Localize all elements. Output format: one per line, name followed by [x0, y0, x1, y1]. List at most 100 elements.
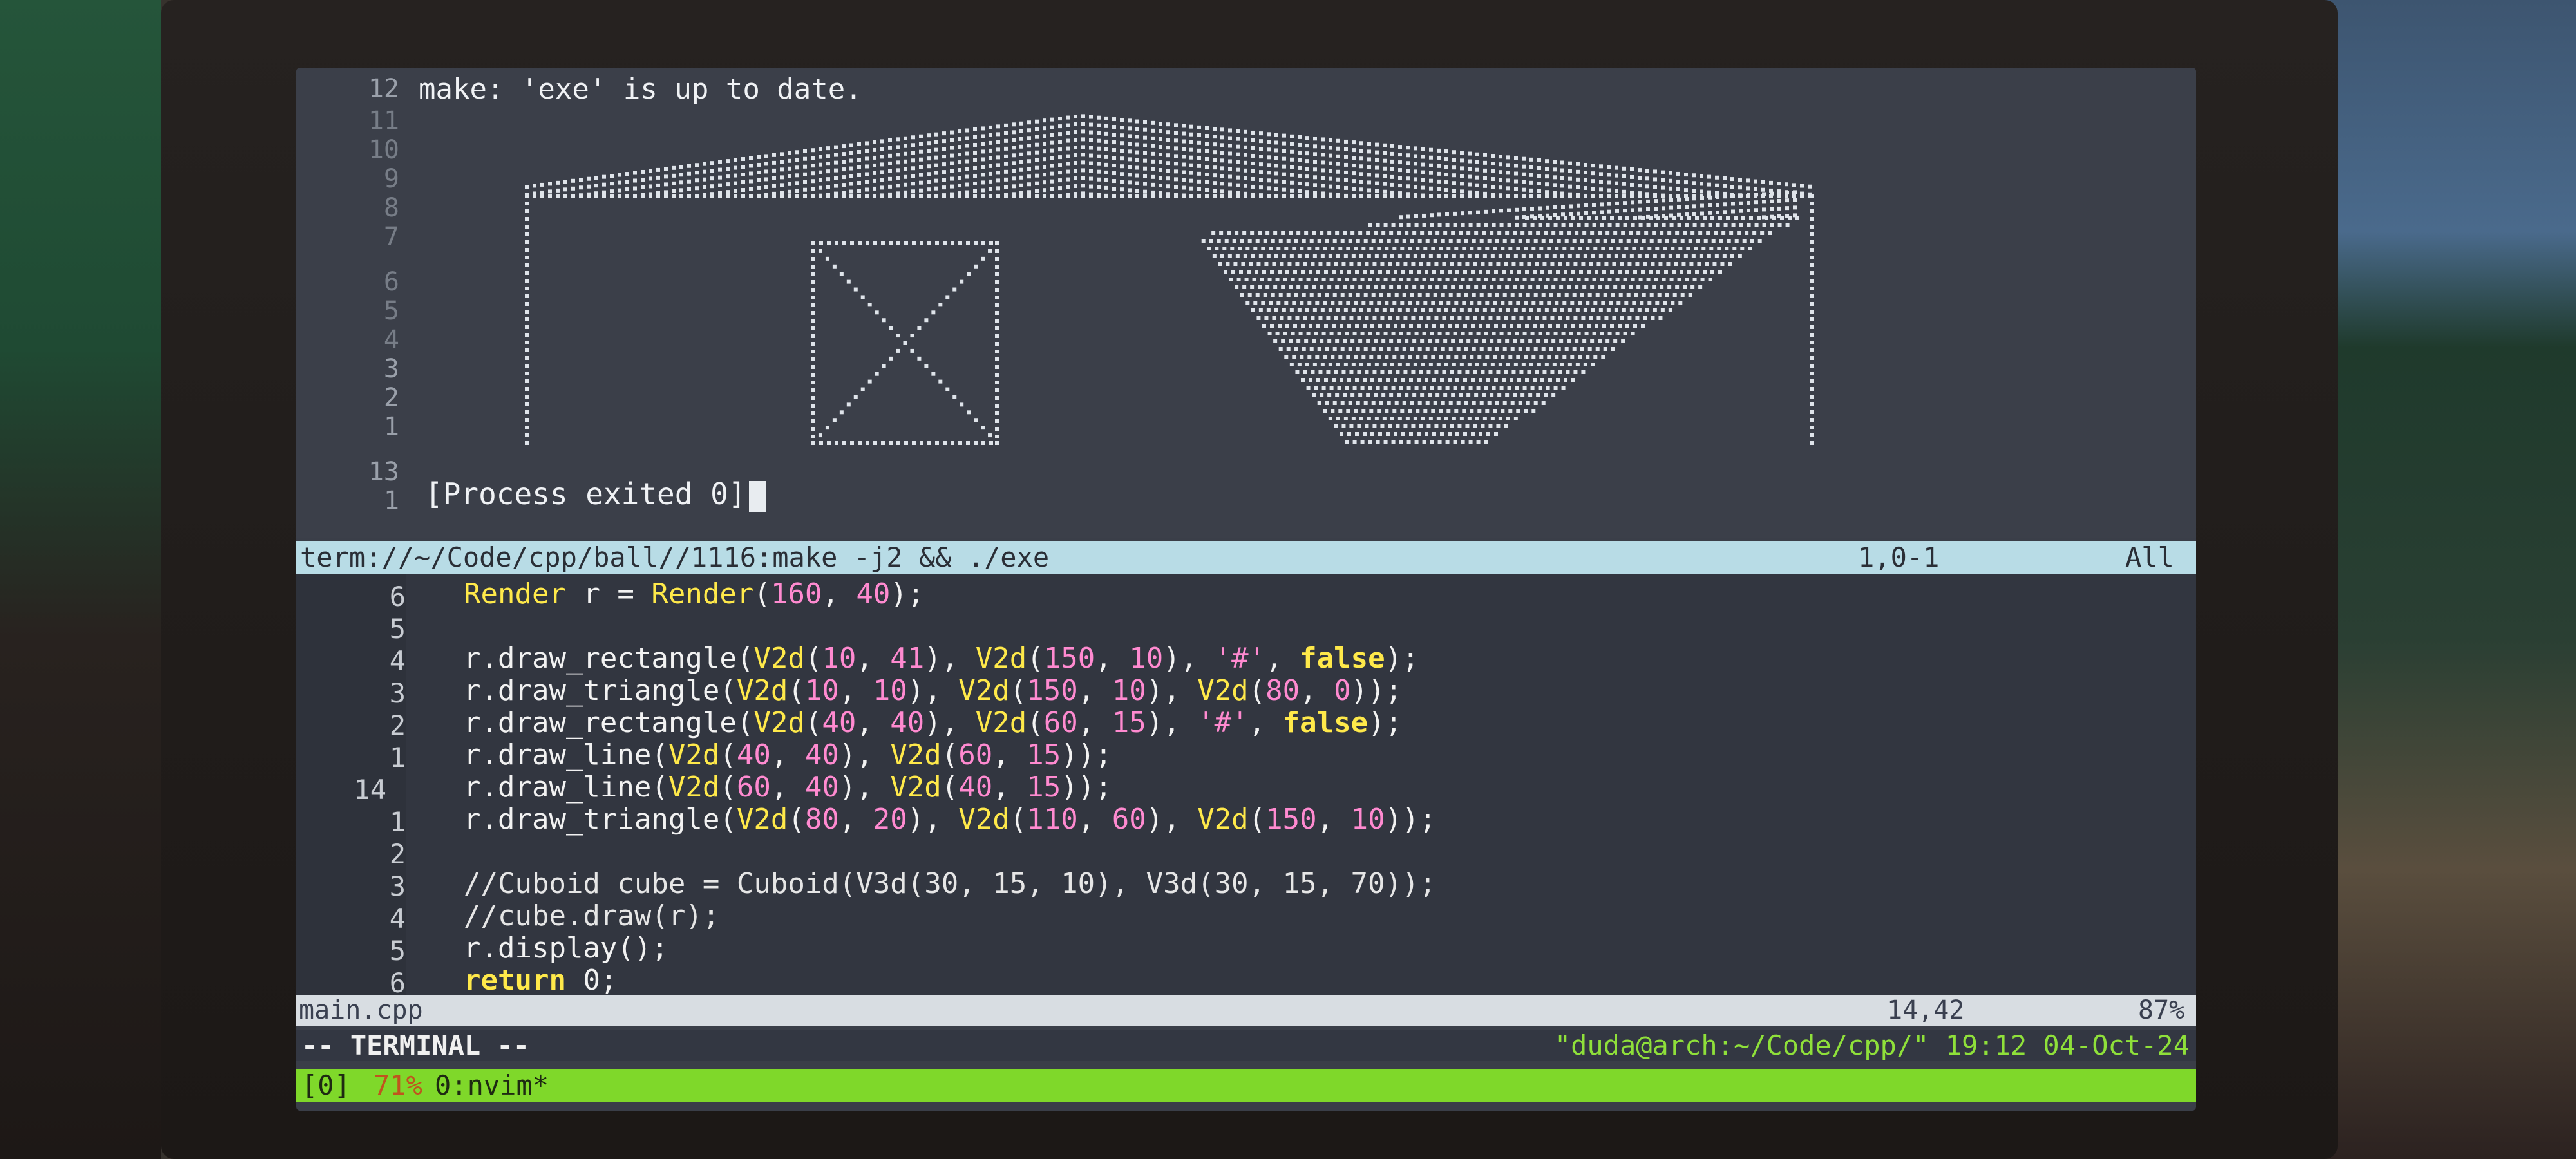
ascii-dot [1739, 193, 1743, 198]
ascii-dot [1431, 355, 1435, 359]
ascii-dot [1442, 316, 1446, 320]
ascii-dot [1452, 308, 1456, 312]
ascii-dot [1375, 194, 1379, 198]
ascii-dot [1290, 173, 1294, 177]
ascii-dot [1618, 324, 1622, 328]
ascii-dot [1408, 409, 1412, 413]
ascii-dot [1662, 206, 1665, 211]
ascii-dot [1360, 386, 1365, 390]
ascii-dot [594, 191, 598, 196]
ascii-dot [1643, 316, 1647, 320]
ascii-dot [1151, 167, 1155, 171]
ascii-dot [1359, 417, 1363, 420]
ascii-dot [1282, 254, 1286, 258]
ascii-dot [703, 162, 706, 166]
ascii-dot [1452, 189, 1456, 193]
ascii-dot [610, 194, 614, 198]
ascii-dot [1676, 194, 1680, 198]
ascii-dot [1321, 137, 1325, 142]
tmux-window-name[interactable]: 0:nvim* [435, 1069, 549, 1102]
ascii-dot [1428, 308, 1433, 312]
ascii-dot [1374, 339, 1378, 343]
ascii-dot [1747, 200, 1750, 205]
ascii-dot [1680, 293, 1685, 297]
ascii-dot [842, 441, 846, 445]
ascii-dot [1734, 239, 1739, 243]
ascii-dot [1468, 151, 1472, 156]
ascii-dot [1275, 278, 1280, 281]
ascii-dot [1421, 308, 1425, 312]
ascii-dot [995, 404, 999, 408]
ascii-dot [1643, 262, 1647, 266]
ascii-dot [995, 319, 999, 323]
ascii-dot [811, 164, 815, 168]
ascii-dot [1043, 165, 1046, 169]
ascii-dot [1255, 239, 1260, 243]
ascii-dot [1662, 223, 1666, 227]
ascii-dot [1511, 316, 1516, 320]
ascii-dot [564, 180, 567, 184]
ascii-dot [934, 140, 938, 144]
ascii-dot [1027, 167, 1031, 171]
ascii-dot [1249, 262, 1253, 266]
ascii-dot [1174, 138, 1178, 143]
ascii-dot [996, 140, 1000, 144]
ascii-dot [1375, 158, 1379, 162]
ascii-dot [1357, 370, 1361, 374]
ascii-dot [858, 241, 862, 245]
ascii-dot [1599, 172, 1603, 176]
ascii-dot [1700, 203, 1704, 208]
ascii-dot [1669, 223, 1674, 227]
ascii-dot [1414, 193, 1417, 197]
ascii-dot [1197, 148, 1201, 153]
ascii-dot [950, 146, 954, 150]
ascii-dot [1476, 278, 1481, 281]
ascii-dot [1369, 355, 1374, 359]
ascii-dot [826, 162, 830, 166]
ascii-dot [1356, 347, 1360, 351]
ascii-dot [1290, 180, 1294, 185]
ascii-dot [943, 441, 947, 445]
ascii-dot [1278, 293, 1283, 297]
ascii-dot [1535, 262, 1539, 266]
code-editor-pane[interactable]: 6 5 4 3 2 1 14 1 2 3 4 5 6 Render r = Render(160, 40… [296, 574, 2196, 999]
ascii-dot [825, 426, 829, 430]
ascii-dot [1584, 203, 1588, 207]
ascii-dot [525, 271, 529, 275]
terminal-output-pane[interactable]: 12 11 10 9 8 7 6 5 4 3 2 1 13 1 make: 'exe' is up to … [296, 68, 2196, 538]
ascii-dot [1761, 187, 1765, 192]
ascii-dot [1365, 316, 1369, 320]
ascii-dot [1463, 432, 1467, 436]
ascii-dot [1431, 301, 1435, 305]
ascii-dot [718, 167, 722, 172]
ascii-dot [1394, 378, 1397, 382]
ascii-dot [1513, 308, 1518, 312]
ascii-dot [749, 194, 753, 198]
ascii-dot [1537, 182, 1541, 186]
ascii-dot [1316, 270, 1320, 274]
ascii-dot [1577, 211, 1580, 216]
ascii-dot [1667, 231, 1672, 235]
ascii-dot [1251, 169, 1255, 173]
ascii-dot [1492, 332, 1496, 335]
ascii-dot [1545, 167, 1549, 171]
ascii-dot [1120, 141, 1124, 146]
ascii-dot [1498, 417, 1502, 420]
ascii-dot [1298, 332, 1303, 335]
ascii-dot [1540, 378, 1544, 382]
ascii-dot [1708, 278, 1712, 281]
ascii-dot [664, 194, 668, 198]
ascii-dot [996, 147, 1000, 152]
ascii-dot [1262, 270, 1266, 274]
ascii-dot [995, 342, 999, 346]
ascii-dot [1810, 317, 1814, 321]
ascii-dot [726, 167, 730, 171]
ascii-dot [1399, 440, 1403, 444]
ascii-dot [741, 165, 745, 169]
ascii-dot [967, 272, 971, 276]
ascii-dot [1236, 129, 1240, 133]
ascii-dot [873, 186, 876, 191]
tmux-session[interactable]: [0] [301, 1069, 350, 1102]
ascii-dot [1135, 181, 1139, 185]
ascii-dot [1359, 141, 1363, 146]
